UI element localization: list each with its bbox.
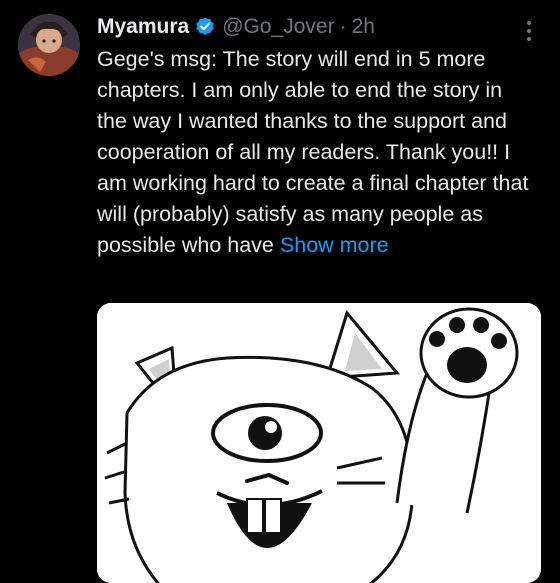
tweet-header: Myamura @Go_Jover · 2h bbox=[97, 13, 375, 41]
verified-badge-icon bbox=[194, 16, 216, 38]
show-more-link[interactable]: Show more bbox=[280, 233, 389, 257]
cat-illustration bbox=[97, 303, 541, 583]
separator-dot: · bbox=[339, 15, 347, 38]
tweet-media-image[interactable] bbox=[97, 303, 541, 583]
timestamp[interactable]: 2h bbox=[352, 13, 375, 41]
display-name[interactable]: Myamura bbox=[97, 13, 189, 41]
tweet-text-content: Gege's msg: The story will end in 5 more… bbox=[97, 47, 529, 257]
tweet[interactable]: Myamura @Go_Jover · 2h Gege's msg: The s… bbox=[0, 0, 560, 583]
more-options-icon[interactable] bbox=[518, 18, 540, 44]
user-handle[interactable]: @Go_Jover bbox=[222, 13, 334, 41]
tweet-text: Gege's msg: The story will end in 5 more… bbox=[97, 44, 537, 261]
avatar[interactable] bbox=[18, 14, 80, 76]
